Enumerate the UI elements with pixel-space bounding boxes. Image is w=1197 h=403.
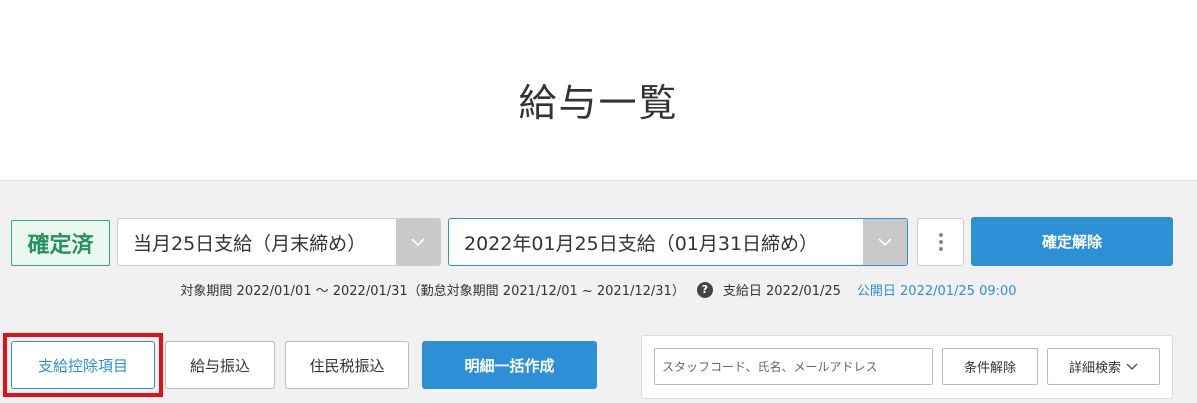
resident-tax-transfer-button[interactable]: 住民税振込: [285, 341, 409, 389]
detail-search-button[interactable]: 詳細検索: [1047, 348, 1160, 385]
payment-type-select[interactable]: 当月25日支給（月末締め）: [117, 218, 441, 266]
pay-date-text: 支給日 2022/01/25: [722, 284, 841, 299]
payment-type-value: 当月25日支給（月末締め）: [133, 232, 367, 255]
period-info: 対象期間 2022/01/01 〜 2022/01/31（勤怠対象期間 2021…: [0, 280, 1197, 299]
kebab-dot: [938, 233, 943, 237]
salary-transfer-button[interactable]: 給与振込: [165, 341, 275, 389]
help-icon[interactable]: ?: [696, 281, 713, 298]
bulk-create-statements-button[interactable]: 明細一括作成: [422, 341, 597, 389]
publish-date-text: 公開日 2022/01/25 09:00: [856, 284, 1017, 299]
page-title: 給与一覧: [518, 81, 679, 125]
clear-conditions-button[interactable]: 条件解除: [942, 348, 1038, 385]
unconfirm-button[interactable]: 確定解除: [971, 217, 1173, 266]
chevron-down-icon[interactable]: [863, 219, 907, 265]
payment-date-select[interactable]: 2022年01月25日支給（01月31日締め）: [448, 218, 908, 266]
target-period-text: 対象期間 2022/01/01 〜 2022/01/31（勤怠対象期間 2021…: [180, 284, 685, 299]
payment-date-value: 2022年01月25日支給（01月31日締め）: [464, 232, 819, 255]
search-input[interactable]: [654, 348, 933, 385]
search-group: 条件解除 詳細検索: [641, 335, 1173, 399]
kebab-dot: [938, 247, 943, 251]
detail-search-label: 詳細検索: [1068, 361, 1121, 376]
chevron-down-icon: [1126, 363, 1138, 370]
status-badge: 確定済: [11, 220, 110, 266]
kebab-dot: [938, 240, 943, 244]
chevron-down-icon[interactable]: [396, 219, 440, 265]
kebab-menu-icon[interactable]: [917, 218, 964, 266]
payment-deduction-items-button[interactable]: 支給控除項目: [11, 341, 155, 389]
